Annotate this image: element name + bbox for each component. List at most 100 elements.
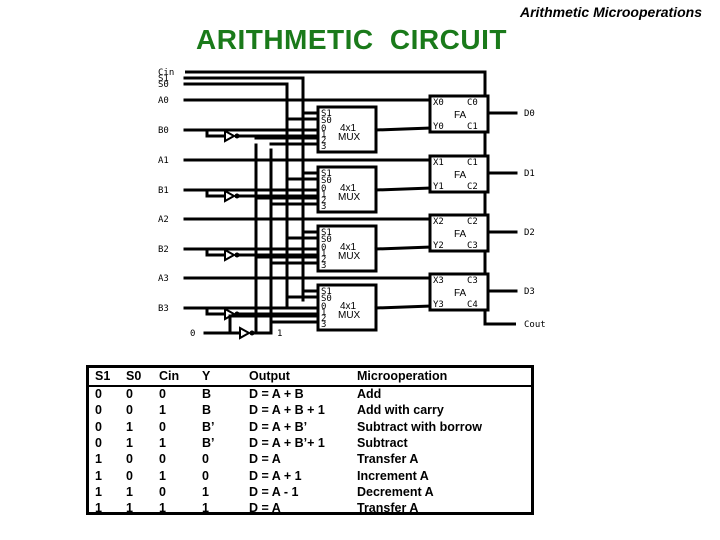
input-label-b1: B1	[158, 186, 169, 196]
header-cell: Y	[202, 369, 211, 383]
table-cell: B	[202, 387, 212, 401]
header-cell: Output	[249, 369, 290, 383]
header-cell: S1	[95, 369, 111, 383]
table-cell: 1	[95, 501, 102, 516]
table-cell: Transfer A	[357, 452, 419, 467]
table-cell: Subtract	[357, 435, 408, 450]
table-cell: 0	[95, 403, 102, 418]
table-cell: Subtract with borrow	[357, 419, 482, 434]
input-label-b2: B2	[158, 245, 169, 255]
table-cell: 0	[95, 419, 102, 434]
fa-y-label: Y2	[433, 241, 444, 251]
table-cell: 0	[202, 468, 209, 483]
mux-name: MUX	[338, 132, 361, 143]
table-cell: Decrement A	[357, 484, 434, 499]
table-cell: Transfer A	[357, 501, 419, 516]
mux-input-label: 3	[321, 261, 326, 271]
mux-name: MUX	[338, 251, 361, 262]
fa-cout-label: C1	[467, 122, 478, 132]
mux-input-label: 3	[321, 142, 326, 152]
table-cell: 1	[202, 484, 209, 499]
table-cell: D = A + B	[249, 387, 304, 401]
inverter-icon	[224, 248, 237, 262]
table-cell: 0	[126, 387, 133, 401]
fa-cin-label: C0	[467, 98, 478, 108]
table-cell: 0	[202, 452, 209, 467]
cout-wire	[483, 310, 516, 326]
fa-label: FA	[454, 229, 467, 240]
table-cell: 1	[126, 435, 133, 450]
fa-x-label: X3	[433, 276, 444, 286]
header-cell: Cin	[159, 369, 180, 383]
table-cell: D = A	[249, 452, 281, 467]
fa-cout-label: C2	[467, 182, 478, 192]
table-cell: 0	[159, 484, 166, 499]
mux-name: MUX	[338, 310, 361, 321]
table-cell: Increment A	[357, 468, 429, 483]
fa-label: FA	[454, 170, 467, 181]
const-zero-label: 0	[190, 329, 195, 339]
table-cell: 1	[159, 435, 166, 450]
mux-out-wire	[374, 245, 432, 251]
table-cell: 1	[95, 452, 102, 467]
table-cell: B’	[202, 419, 215, 434]
circuit-diagram: CinS1S0A0B0S1S001234x1MUXX0Y0C0C1FA D0A1B…	[158, 68, 546, 340]
input-label-b3: B3	[158, 304, 169, 314]
fa-y-label: Y0	[433, 122, 444, 132]
table-cell: 0	[159, 452, 166, 467]
table-cell: 1	[126, 484, 133, 499]
header-cell: S0	[126, 369, 142, 383]
table-cell: 0	[159, 387, 166, 401]
control-label-s0: S0	[158, 80, 169, 90]
fa-cin-label: C3	[467, 276, 478, 286]
table-cell: 1	[159, 501, 166, 516]
fa-label: FA	[454, 110, 467, 121]
input-label-a3: A3	[158, 274, 169, 284]
mux-input-label: 3	[321, 202, 326, 212]
input-label-a1: A1	[158, 156, 169, 166]
table-cell: 0	[159, 419, 166, 434]
table-cell: 1	[202, 501, 209, 516]
table-cell: B’	[202, 435, 215, 450]
table-header	[89, 368, 531, 387]
const-one-label: 1	[277, 329, 282, 339]
table-cell: D = A + 1	[249, 468, 302, 483]
table-cell: B	[202, 403, 212, 418]
table-cell: D = A - 1	[249, 484, 299, 499]
table-cell: 1	[126, 501, 133, 516]
input-label-a2: A2	[158, 215, 169, 225]
table-cell: 1	[95, 484, 102, 499]
fa-x-label: X2	[433, 217, 444, 227]
inverter-icon	[224, 129, 237, 143]
fa-y-label: Y1	[433, 182, 444, 192]
table-cell: 1	[126, 419, 133, 434]
input-label-b0: B0	[158, 126, 169, 136]
output-label-d2: D2	[524, 228, 535, 238]
mux-out-wire	[374, 304, 432, 310]
table-cell: D = A + B’+ 1	[249, 435, 325, 450]
mux-input-label: 3	[321, 320, 326, 330]
output-label-d3: D3	[524, 287, 535, 297]
output-label-d1: D1	[524, 169, 535, 179]
inverter-icon	[224, 189, 237, 203]
mux-out-wire	[374, 126, 432, 132]
cout-label: Cout	[524, 320, 546, 330]
fa-label: FA	[454, 288, 467, 299]
table-cell: Add with carry	[357, 403, 444, 418]
table-cell: 1	[159, 468, 166, 483]
fa-x-label: X0	[433, 98, 444, 108]
fa-cin-label: C2	[467, 217, 478, 227]
input-label-a0: A0	[158, 96, 169, 106]
table-cell: 0	[95, 435, 102, 450]
inverter-icon	[239, 326, 252, 340]
fa-y-label: Y3	[433, 300, 444, 310]
table-cell: Add	[357, 387, 382, 401]
fa-cout-label: C3	[467, 241, 478, 251]
table-cell: 0	[95, 387, 102, 401]
table-cell: 0	[126, 452, 133, 467]
table-cell: 1	[95, 468, 102, 483]
table-cell: D = A + B + 1	[249, 403, 325, 418]
fa-x-label: X1	[433, 158, 444, 168]
fa-cout-label: C4	[467, 300, 478, 310]
header-cell: Microoperation	[357, 369, 448, 383]
